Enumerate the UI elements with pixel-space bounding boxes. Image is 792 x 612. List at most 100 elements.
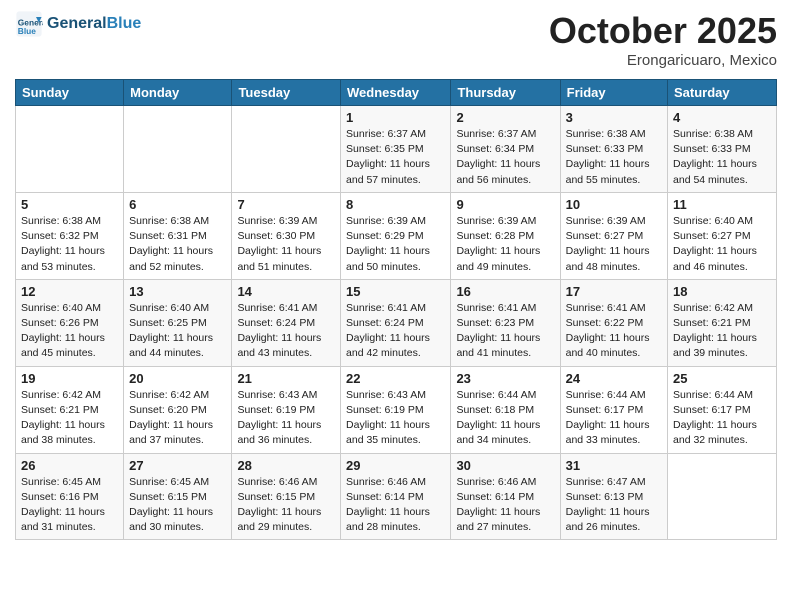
- calendar-cell: 11Sunrise: 6:40 AMSunset: 6:27 PMDayligh…: [668, 192, 777, 279]
- day-info: Sunrise: 6:40 AMSunset: 6:26 PMDaylight:…: [21, 301, 118, 362]
- day-number: 29: [346, 458, 445, 473]
- day-info: Sunrise: 6:41 AMSunset: 6:23 PMDaylight:…: [456, 301, 554, 362]
- day-info: Sunrise: 6:47 AMSunset: 6:13 PMDaylight:…: [566, 475, 662, 536]
- day-info: Sunrise: 6:44 AMSunset: 6:17 PMDaylight:…: [566, 388, 662, 449]
- day-number: 25: [673, 371, 771, 386]
- header: General Blue GeneralBlue October 2025 Er…: [15, 10, 777, 69]
- day-number: 18: [673, 284, 771, 299]
- day-info: Sunrise: 6:39 AMSunset: 6:29 PMDaylight:…: [346, 214, 445, 275]
- day-info: Sunrise: 6:38 AMSunset: 6:33 PMDaylight:…: [566, 127, 662, 188]
- calendar-cell: 3 Sunrise: 6:38 AMSunset: 6:33 PMDaylight…: [560, 106, 667, 193]
- calendar-cell: 4Sunrise: 6:38 AMSunset: 6:33 PMDaylight…: [668, 106, 777, 193]
- calendar-cell: 8 Sunrise: 6:39 AMSunset: 6:29 PMDaylight…: [341, 192, 451, 279]
- day-info: Sunrise: 6:42 AMSunset: 6:20 PMDaylight:…: [129, 388, 226, 449]
- day-info: Sunrise: 6:41 AMSunset: 6:24 PMDaylight:…: [237, 301, 335, 362]
- day-number: 19: [21, 371, 118, 386]
- day-info: Sunrise: 6:45 AMSunset: 6:15 PMDaylight:…: [129, 475, 226, 536]
- logo: General Blue GeneralBlue: [15, 10, 141, 38]
- day-number: 7: [237, 197, 335, 212]
- day-number: 28: [237, 458, 335, 473]
- day-number: 13: [129, 284, 226, 299]
- day-info: Sunrise: 6:38 AMSunset: 6:32 PMDaylight:…: [21, 214, 118, 275]
- calendar-header-row: Sunday Monday Tuesday Wednesday Thursday…: [16, 80, 777, 106]
- calendar-cell: 28 Sunrise: 6:46 AMSunset: 6:15 PMDayligh…: [232, 453, 341, 540]
- day-info: Sunrise: 6:45 AMSunset: 6:16 PMDaylight:…: [21, 475, 118, 536]
- logo-text-blue: Blue: [107, 15, 142, 32]
- calendar-cell: 26 Sunrise: 6:45 AMSunset: 6:16 PMDayligh…: [16, 453, 124, 540]
- day-info: Sunrise: 6:38 AMSunset: 6:33 PMDaylight:…: [673, 127, 771, 188]
- calendar-cell: 7 Sunrise: 6:39 AMSunset: 6:30 PMDaylight…: [232, 192, 341, 279]
- month-title: October 2025: [549, 10, 777, 52]
- calendar-cell: 23 Sunrise: 6:44 AMSunset: 6:18 PMDayligh…: [451, 366, 560, 453]
- calendar-cell: 2Sunrise: 6:37 AMSunset: 6:34 PMDaylight…: [451, 106, 560, 193]
- calendar-week-4: 19 Sunrise: 6:42 AMSunset: 6:21 PMDayligh…: [16, 366, 777, 453]
- day-number: 6: [129, 197, 226, 212]
- logo-text-general: General: [47, 15, 107, 32]
- calendar-week-3: 12 Sunrise: 6:40 AMSunset: 6:26 PMDayligh…: [16, 279, 777, 366]
- day-info: Sunrise: 6:41 AMSunset: 6:24 PMDaylight:…: [346, 301, 445, 362]
- day-number: 26: [21, 458, 118, 473]
- col-saturday: Saturday: [668, 80, 777, 106]
- calendar-table: Sunday Monday Tuesday Wednesday Thursday…: [15, 79, 777, 540]
- day-number: 8: [346, 197, 445, 212]
- logo-general: GeneralBlue: [47, 14, 141, 33]
- day-number: 2: [456, 110, 554, 125]
- calendar-cell: [124, 106, 232, 193]
- calendar-cell: 20 Sunrise: 6:42 AMSunset: 6:20 PMDayligh…: [124, 366, 232, 453]
- calendar-week-5: 26 Sunrise: 6:45 AMSunset: 6:16 PMDayligh…: [16, 453, 777, 540]
- day-number: 14: [237, 284, 335, 299]
- calendar-cell: 19 Sunrise: 6:42 AMSunset: 6:21 PMDayligh…: [16, 366, 124, 453]
- day-info: Sunrise: 6:46 AMSunset: 6:14 PMDaylight:…: [346, 475, 445, 536]
- calendar-cell: [232, 106, 341, 193]
- calendar-cell: 21 Sunrise: 6:43 AMSunset: 6:19 PMDayligh…: [232, 366, 341, 453]
- calendar-cell: 24 Sunrise: 6:44 AMSunset: 6:17 PMDayligh…: [560, 366, 667, 453]
- day-number: 3: [566, 110, 662, 125]
- col-friday: Friday: [560, 80, 667, 106]
- calendar-cell: 14 Sunrise: 6:41 AMSunset: 6:24 PMDayligh…: [232, 279, 341, 366]
- col-thursday: Thursday: [451, 80, 560, 106]
- col-monday: Monday: [124, 80, 232, 106]
- day-info: Sunrise: 6:39 AMSunset: 6:28 PMDaylight:…: [456, 214, 554, 275]
- day-info: Sunrise: 6:44 AMSunset: 6:18 PMDaylight:…: [456, 388, 554, 449]
- day-number: 11: [673, 197, 771, 212]
- calendar-cell: 16 Sunrise: 6:41 AMSunset: 6:23 PMDayligh…: [451, 279, 560, 366]
- calendar-cell: 12 Sunrise: 6:40 AMSunset: 6:26 PMDayligh…: [16, 279, 124, 366]
- day-number: 23: [456, 371, 554, 386]
- col-sunday: Sunday: [16, 80, 124, 106]
- day-number: 17: [566, 284, 662, 299]
- day-number: 20: [129, 371, 226, 386]
- calendar-cell: 6 Sunrise: 6:38 AMSunset: 6:31 PMDaylight…: [124, 192, 232, 279]
- day-number: 10: [566, 197, 662, 212]
- calendar-cell: 1 Sunrise: 6:37 AMSunset: 6:35 PMDaylight…: [341, 106, 451, 193]
- calendar-cell: [668, 453, 777, 540]
- day-info: Sunrise: 6:37 AMSunset: 6:35 PMDaylight:…: [346, 127, 445, 188]
- day-info: Sunrise: 6:43 AMSunset: 6:19 PMDaylight:…: [346, 388, 445, 449]
- day-number: 27: [129, 458, 226, 473]
- day-info: Sunrise: 6:42 AMSunset: 6:21 PMDaylight:…: [673, 301, 771, 362]
- calendar-cell: 27 Sunrise: 6:45 AMSunset: 6:15 PMDayligh…: [124, 453, 232, 540]
- day-info: Sunrise: 6:39 AMSunset: 6:30 PMDaylight:…: [237, 214, 335, 275]
- calendar-cell: 15 Sunrise: 6:41 AMSunset: 6:24 PMDayligh…: [341, 279, 451, 366]
- day-info: Sunrise: 6:46 AMSunset: 6:15 PMDaylight:…: [237, 475, 335, 536]
- day-number: 16: [456, 284, 554, 299]
- day-info: Sunrise: 6:44 AMSunset: 6:17 PMDaylight:…: [673, 388, 771, 449]
- day-number: 9: [456, 197, 554, 212]
- calendar-cell: 30Sunrise: 6:46 AMSunset: 6:14 PMDayligh…: [451, 453, 560, 540]
- calendar-week-2: 5Sunrise: 6:38 AMSunset: 6:32 PMDaylight…: [16, 192, 777, 279]
- day-info: Sunrise: 6:41 AMSunset: 6:22 PMDaylight:…: [566, 301, 662, 362]
- day-number: 12: [21, 284, 118, 299]
- day-info: Sunrise: 6:40 AMSunset: 6:25 PMDaylight:…: [129, 301, 226, 362]
- day-number: 31: [566, 458, 662, 473]
- day-number: 15: [346, 284, 445, 299]
- day-info: Sunrise: 6:43 AMSunset: 6:19 PMDaylight:…: [237, 388, 335, 449]
- page: General Blue GeneralBlue October 2025 Er…: [0, 0, 792, 612]
- day-info: Sunrise: 6:42 AMSunset: 6:21 PMDaylight:…: [21, 388, 118, 449]
- day-number: 1: [346, 110, 445, 125]
- day-info: Sunrise: 6:38 AMSunset: 6:31 PMDaylight:…: [129, 214, 226, 275]
- calendar-cell: 29 Sunrise: 6:46 AMSunset: 6:14 PMDayligh…: [341, 453, 451, 540]
- day-number: 21: [237, 371, 335, 386]
- calendar-cell: [16, 106, 124, 193]
- calendar-week-1: 1 Sunrise: 6:37 AMSunset: 6:35 PMDaylight…: [16, 106, 777, 193]
- col-tuesday: Tuesday: [232, 80, 341, 106]
- day-number: 24: [566, 371, 662, 386]
